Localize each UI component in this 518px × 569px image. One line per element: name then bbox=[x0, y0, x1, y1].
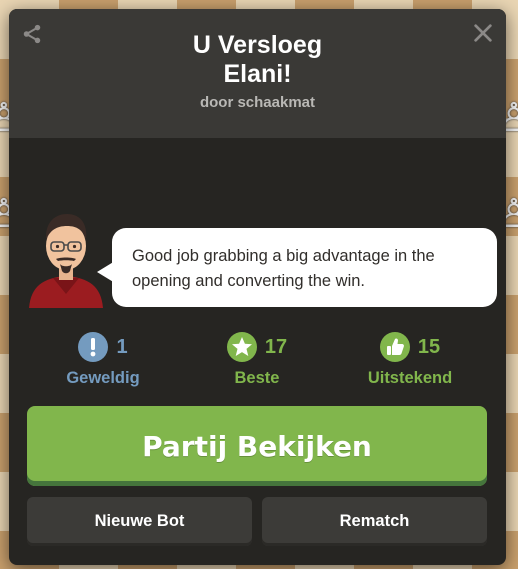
stat-count: 1 bbox=[116, 335, 128, 358]
stat-excellent: 15 Uitstekend bbox=[340, 331, 480, 388]
coach-speech-bubble: Good job grabbing a big advantage in the… bbox=[112, 228, 497, 307]
stat-label: Beste bbox=[234, 369, 280, 387]
game-over-modal: U Versloeg Elani! door schaakmat Good jo… bbox=[9, 9, 506, 565]
star-icon bbox=[226, 332, 257, 362]
stat-label: Uitstekend bbox=[367, 369, 453, 387]
thumbs-up-icon bbox=[379, 332, 410, 362]
stat-count: 15 bbox=[417, 335, 441, 358]
new-bot-button[interactable]: Nieuwe Bot bbox=[27, 497, 252, 546]
stat-count: 17 bbox=[264, 335, 288, 358]
title-line-2: Elani! bbox=[223, 60, 292, 88]
coach-avatar bbox=[29, 214, 103, 308]
rematch-button[interactable]: Rematch bbox=[262, 497, 487, 546]
stat-label: Geweldig bbox=[66, 369, 140, 387]
exclamation-icon bbox=[78, 332, 109, 362]
game-review-button[interactable]: Partij Bekijken bbox=[27, 406, 487, 486]
stat-brilliant: 1 Geweldig bbox=[33, 331, 173, 388]
result-subtitle: door schaakmat bbox=[199, 94, 316, 111]
page-title: U Versloeg Elani! bbox=[9, 31, 506, 89]
modal-header: U Versloeg Elani! door schaakmat bbox=[9, 9, 506, 138]
title-line-1: U Versloeg bbox=[192, 31, 323, 59]
stat-best: 17 Beste bbox=[187, 331, 327, 388]
